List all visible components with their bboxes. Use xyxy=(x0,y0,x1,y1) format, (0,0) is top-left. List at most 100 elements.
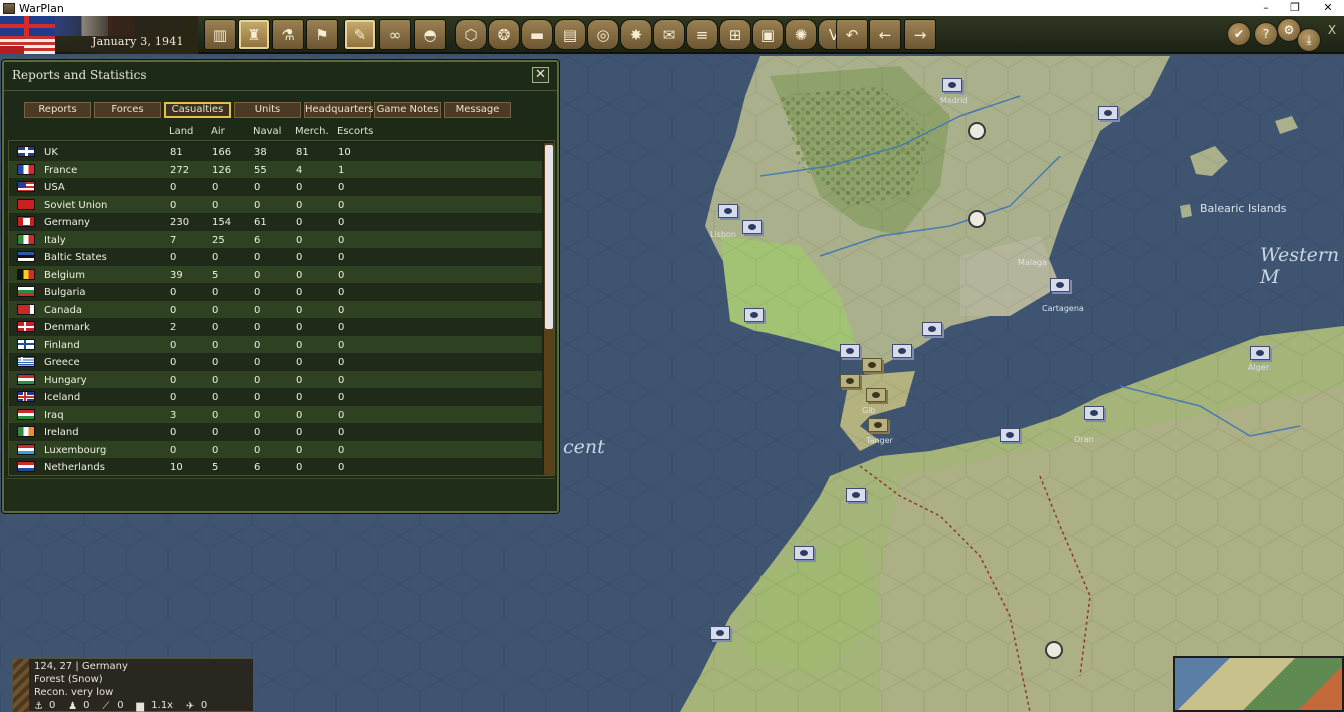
table-row[interactable]: USA 0 0 0 0 0 xyxy=(9,178,542,196)
window-close-button[interactable]: ✕ xyxy=(1314,0,1342,16)
air-base-icon[interactable] xyxy=(1045,641,1063,659)
table-row[interactable]: Ireland 0 0 0 0 0 xyxy=(9,423,542,441)
tab-headquarters[interactable]: Headquarters xyxy=(304,102,373,118)
country-name: Soviet Union xyxy=(44,199,108,211)
table-row[interactable]: Denmark 2 0 0 0 0 xyxy=(9,318,542,336)
allied-unit[interactable] xyxy=(1084,406,1104,420)
toolbar-units-button[interactable]: ♜ xyxy=(238,19,270,50)
map-filter-icon: ⬡ xyxy=(464,25,478,44)
toolbar-armor-button[interactable]: ▬ xyxy=(521,19,553,50)
table-row[interactable]: Soviet Union 0 0 0 0 0 xyxy=(9,195,542,213)
cell-land: 10 xyxy=(170,462,183,473)
panel-close-button[interactable]: ✕ xyxy=(532,67,549,83)
table-row[interactable]: Baltic States 0 0 0 0 0 xyxy=(9,248,542,266)
allied-unit[interactable] xyxy=(794,546,814,560)
axis-unit[interactable] xyxy=(840,374,860,388)
table-row[interactable]: Bulgaria 0 0 0 0 0 xyxy=(9,283,542,301)
table-row[interactable]: Hungary 0 0 0 0 0 xyxy=(9,370,542,388)
toolbar-mail-button[interactable]: ✉ xyxy=(653,19,685,50)
allied-unit[interactable] xyxy=(1050,278,1070,292)
place-label-malaga: Malaga xyxy=(1018,258,1047,267)
allied-unit[interactable] xyxy=(710,626,730,640)
toolbar-reports-button[interactable]: ✎ xyxy=(344,19,376,50)
it-flag-icon xyxy=(17,233,35,245)
toolbar-production-button[interactable]: ▥ xyxy=(204,19,236,50)
hex-coords: 124, 27 xyxy=(34,661,73,672)
table-row[interactable]: Iceland 0 0 0 0 0 xyxy=(9,388,542,406)
cell-land: 0 xyxy=(170,199,177,211)
table-row[interactable]: Iraq 3 0 0 0 0 xyxy=(9,405,542,423)
allied-unit[interactable] xyxy=(744,308,764,322)
allied-unit[interactable] xyxy=(1000,428,1020,442)
table-row[interactable]: Luxembourg 0 0 0 0 0 xyxy=(9,440,542,458)
table-row[interactable]: Finland 0 0 0 0 0 xyxy=(9,335,542,353)
allied-unit[interactable] xyxy=(892,344,912,358)
toolbar-hex-group-button[interactable]: ❂ xyxy=(488,19,520,50)
tab-message[interactable]: Message xyxy=(444,102,511,118)
tab-casualties[interactable]: Casualties xyxy=(164,102,231,118)
table-row[interactable]: Greece 0 0 0 0 0 xyxy=(9,353,542,371)
cell-air: 154 xyxy=(212,217,232,228)
undo-icon: ↶ xyxy=(845,25,859,44)
artillery-icon: ⟋ xyxy=(102,701,110,712)
allied-unit[interactable] xyxy=(718,204,738,218)
table-row[interactable]: Netherlands 10 5 6 0 0 xyxy=(9,458,542,475)
cell-air: 0 xyxy=(212,357,219,368)
exit-button[interactable]: X xyxy=(1320,18,1344,42)
toolbar-rail-button[interactable]: ≡ xyxy=(686,19,718,50)
scrollbar-thumb[interactable] xyxy=(545,145,553,329)
table-row[interactable]: Canada 0 0 0 0 0 xyxy=(9,300,542,318)
allied-unit[interactable] xyxy=(942,78,962,92)
allied-unit[interactable] xyxy=(840,344,860,358)
axis-unit[interactable] xyxy=(866,388,886,402)
allied-unit[interactable] xyxy=(846,488,866,502)
allied-unit[interactable] xyxy=(742,220,762,234)
app-icon xyxy=(3,2,15,14)
place-label-gibraltar: Gib xyxy=(862,406,876,415)
cell-land: 2 xyxy=(170,322,177,333)
toolbar-map-filter-button[interactable]: ⬡ xyxy=(455,19,487,50)
allied-unit[interactable] xyxy=(922,322,942,336)
cell-merch: 0 xyxy=(296,322,303,333)
save-button[interactable]: ⤓ xyxy=(1297,28,1321,52)
tab-reports[interactable]: Reports xyxy=(24,102,91,118)
maximize-button[interactable]: ❐ xyxy=(1281,0,1309,16)
table-row[interactable]: Belgium 39 5 0 0 0 xyxy=(9,265,542,283)
help-button[interactable]: ? xyxy=(1254,22,1278,46)
minimap[interactable] xyxy=(1173,656,1344,712)
table-row[interactable]: France 272 126 55 4 1 xyxy=(9,160,542,178)
tab-forces[interactable]: Forces xyxy=(94,102,161,118)
toolbar-research-button[interactable]: ⚗ xyxy=(272,19,304,50)
allied-unit[interactable] xyxy=(1098,106,1118,120)
tab-units[interactable]: Units xyxy=(234,102,301,118)
axis-unit[interactable] xyxy=(862,358,882,372)
cell-merch: 0 xyxy=(296,392,303,403)
minimize-button[interactable]: – xyxy=(1252,0,1280,16)
table-scrollbar[interactable] xyxy=(544,143,554,475)
tab-game-notes[interactable]: Game Notes xyxy=(374,102,441,118)
toolbar-diplomacy-flag-button[interactable]: ⚑ xyxy=(306,19,338,50)
toolbar-fire-button[interactable]: ✺ xyxy=(785,19,817,50)
cell-escorts: 0 xyxy=(338,252,345,263)
toolbar-binoculars-button[interactable]: ∞ xyxy=(379,19,411,50)
toolbar-next-arrow-button[interactable]: → xyxy=(904,19,936,50)
allied-unit[interactable] xyxy=(1250,346,1270,360)
toolbar-explosion-button[interactable]: ✸ xyxy=(620,19,652,50)
toolbar-supply-button[interactable]: ▤ xyxy=(554,19,586,50)
uk-flag-icon xyxy=(0,16,55,36)
toolbar-helmet-button[interactable]: ◓ xyxy=(414,19,446,50)
axis-unit[interactable] xyxy=(868,418,888,432)
table-row[interactable]: UK 81 166 38 81 10 xyxy=(9,143,542,161)
toolbar-target-button[interactable]: ◎ xyxy=(587,19,619,50)
toolbar-undo-button[interactable]: ↶ xyxy=(836,19,868,50)
air-base-icon[interactable] xyxy=(968,210,986,228)
table-row[interactable]: Italy 7 25 6 0 0 xyxy=(9,230,542,248)
air-base-icon[interactable] xyxy=(968,122,986,140)
toolbar-grid-button[interactable]: ⊞ xyxy=(719,19,751,50)
cell-naval: 0 xyxy=(254,409,261,421)
toolbar-frame-button[interactable]: ▣ xyxy=(752,19,784,50)
table-row[interactable]: Germany 230 154 61 0 0 xyxy=(9,213,542,231)
cell-escorts: 0 xyxy=(338,374,345,386)
toolbar-prev-arrow-button[interactable]: ← xyxy=(869,19,901,50)
confirm-button[interactable]: ✔ xyxy=(1227,22,1251,46)
